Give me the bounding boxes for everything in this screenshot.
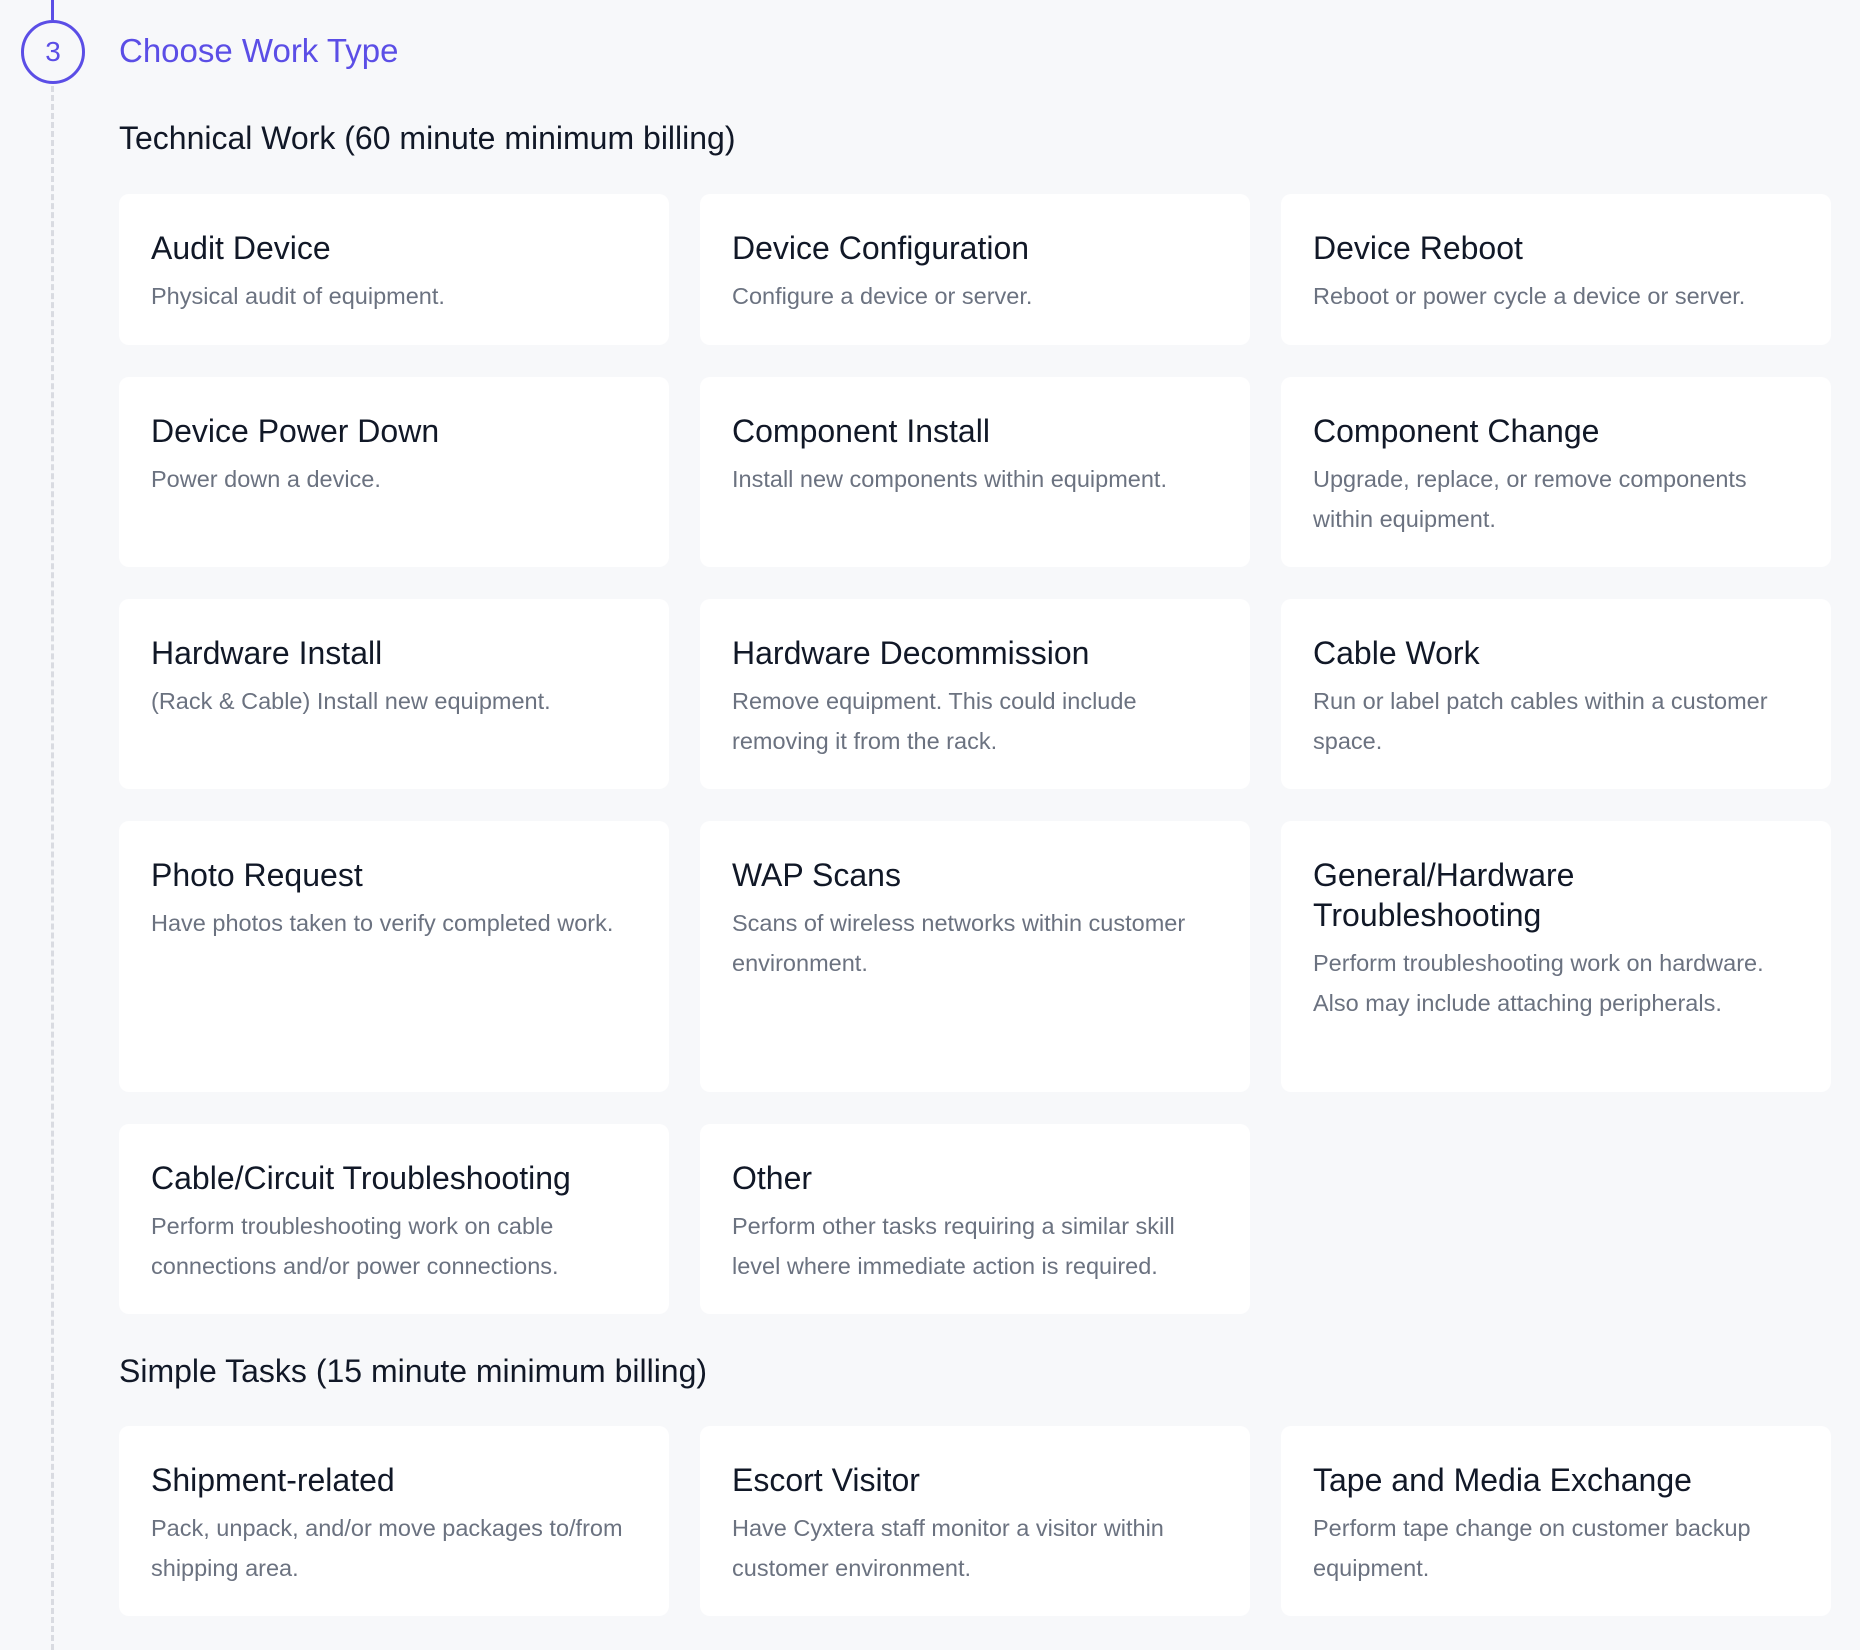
work-type-card-escort-visitor[interactable]: Escort Visitor Have Cyxtera staff monito… xyxy=(700,1426,1250,1616)
card-description: Have photos taken to verify completed wo… xyxy=(151,910,614,936)
card-title: Hardware Decommission xyxy=(732,635,1090,671)
work-type-card-device-configuration[interactable]: Device Configuration Configure a device … xyxy=(700,194,1250,345)
card-description: Scans of wireless networks within custom… xyxy=(732,910,1186,976)
card-description: Have Cyxtera staff monitor a visitor wit… xyxy=(732,1515,1164,1581)
step-connector-top xyxy=(51,0,54,20)
work-type-card-component-install[interactable]: Component Install Install new components… xyxy=(700,377,1250,567)
step-connector-dashed xyxy=(51,86,54,1650)
card-title: WAP Scans xyxy=(732,857,901,893)
work-type-card-tape-and-media-exchange[interactable]: Tape and Media Exchange Perform tape cha… xyxy=(1281,1426,1831,1616)
work-type-card-shipment-related[interactable]: Shipment-related Pack, unpack, and/or mo… xyxy=(119,1426,669,1616)
card-title: Photo Request xyxy=(151,857,363,893)
section-title-technical-work: Technical Work (60 minute minimum billin… xyxy=(119,120,736,156)
step-title: Choose Work Type xyxy=(119,32,399,69)
work-type-card-device-power-down[interactable]: Device Power Down Power down a device. xyxy=(119,377,669,567)
card-title: Cable/Circuit Troubleshooting xyxy=(151,1160,571,1196)
card-title: Cable Work xyxy=(1313,635,1480,671)
step-number-badge: 3 xyxy=(21,20,85,84)
card-title: Device Reboot xyxy=(1313,230,1523,266)
work-type-card-component-change[interactable]: Component Change Upgrade, replace, or re… xyxy=(1281,377,1831,567)
card-description: Run or label patch cables within a custo… xyxy=(1313,688,1768,754)
work-type-card-general-hardware-troubleshooting[interactable]: General/Hardware Troubleshooting Perform… xyxy=(1281,821,1831,1092)
card-description: Physical audit of equipment. xyxy=(151,283,445,309)
card-description: Upgrade, replace, or remove components w… xyxy=(1313,466,1747,532)
card-title: Component Install xyxy=(732,413,990,449)
work-type-card-cable-circuit-troubleshooting[interactable]: Cable/Circuit Troubleshooting Perform tr… xyxy=(119,1124,669,1314)
card-title: Shipment-related xyxy=(151,1462,395,1498)
work-type-card-device-reboot[interactable]: Device Reboot Reboot or power cycle a de… xyxy=(1281,194,1831,345)
card-title: Audit Device xyxy=(151,230,331,266)
card-title: Component Change xyxy=(1313,413,1600,449)
card-title: Other xyxy=(732,1160,813,1196)
technical-work-grid: Audit Device Physical audit of equipment… xyxy=(119,194,1832,1314)
work-type-step: 3 Choose Work Type Technical Work (60 mi… xyxy=(0,0,1860,1650)
card-description: Perform other tasks requiring a similar … xyxy=(732,1213,1175,1279)
card-description: Configure a device or server. xyxy=(732,283,1033,309)
card-description: Perform troubleshooting work on hardware… xyxy=(1313,950,1764,1016)
card-description: Perform tape change on customer backup e… xyxy=(1313,1515,1751,1581)
card-title: Escort Visitor xyxy=(732,1462,920,1498)
section-title-simple-tasks: Simple Tasks (15 minute minimum billing) xyxy=(119,1353,708,1389)
work-type-card-cable-work[interactable]: Cable Work Run or label patch cables wit… xyxy=(1281,599,1831,789)
work-type-card-photo-request[interactable]: Photo Request Have photos taken to verif… xyxy=(119,821,669,1092)
card-description: Power down a device. xyxy=(151,466,381,492)
card-title: Device Power Down xyxy=(151,413,440,449)
card-description: (Rack & Cable) Install new equipment. xyxy=(151,688,551,714)
simple-tasks-grid: Shipment-related Pack, unpack, and/or mo… xyxy=(119,1426,1832,1616)
card-description: Remove equipment. This could include rem… xyxy=(732,688,1137,754)
work-type-card-wap-scans[interactable]: WAP Scans Scans of wireless networks wit… xyxy=(700,821,1250,1092)
card-title: Tape and Media Exchange xyxy=(1313,1462,1692,1498)
card-title: Device Configuration xyxy=(732,230,1030,266)
card-description: Reboot or power cycle a device or server… xyxy=(1313,283,1746,309)
work-type-card-other[interactable]: Other Perform other tasks requiring a si… xyxy=(700,1124,1250,1314)
card-title: General/Hardware Troubleshooting xyxy=(1313,857,1575,933)
card-title: Hardware Install xyxy=(151,635,383,671)
card-description: Pack, unpack, and/or move packages to/fr… xyxy=(151,1515,623,1581)
work-type-card-audit-device[interactable]: Audit Device Physical audit of equipment… xyxy=(119,194,669,345)
card-description: Install new components within equipment. xyxy=(732,466,1167,492)
work-type-card-hardware-install[interactable]: Hardware Install (Rack & Cable) Install … xyxy=(119,599,669,789)
card-description: Perform troubleshooting work on cable co… xyxy=(151,1213,559,1279)
work-type-card-hardware-decommission[interactable]: Hardware Decommission Remove equipment. … xyxy=(700,599,1250,789)
